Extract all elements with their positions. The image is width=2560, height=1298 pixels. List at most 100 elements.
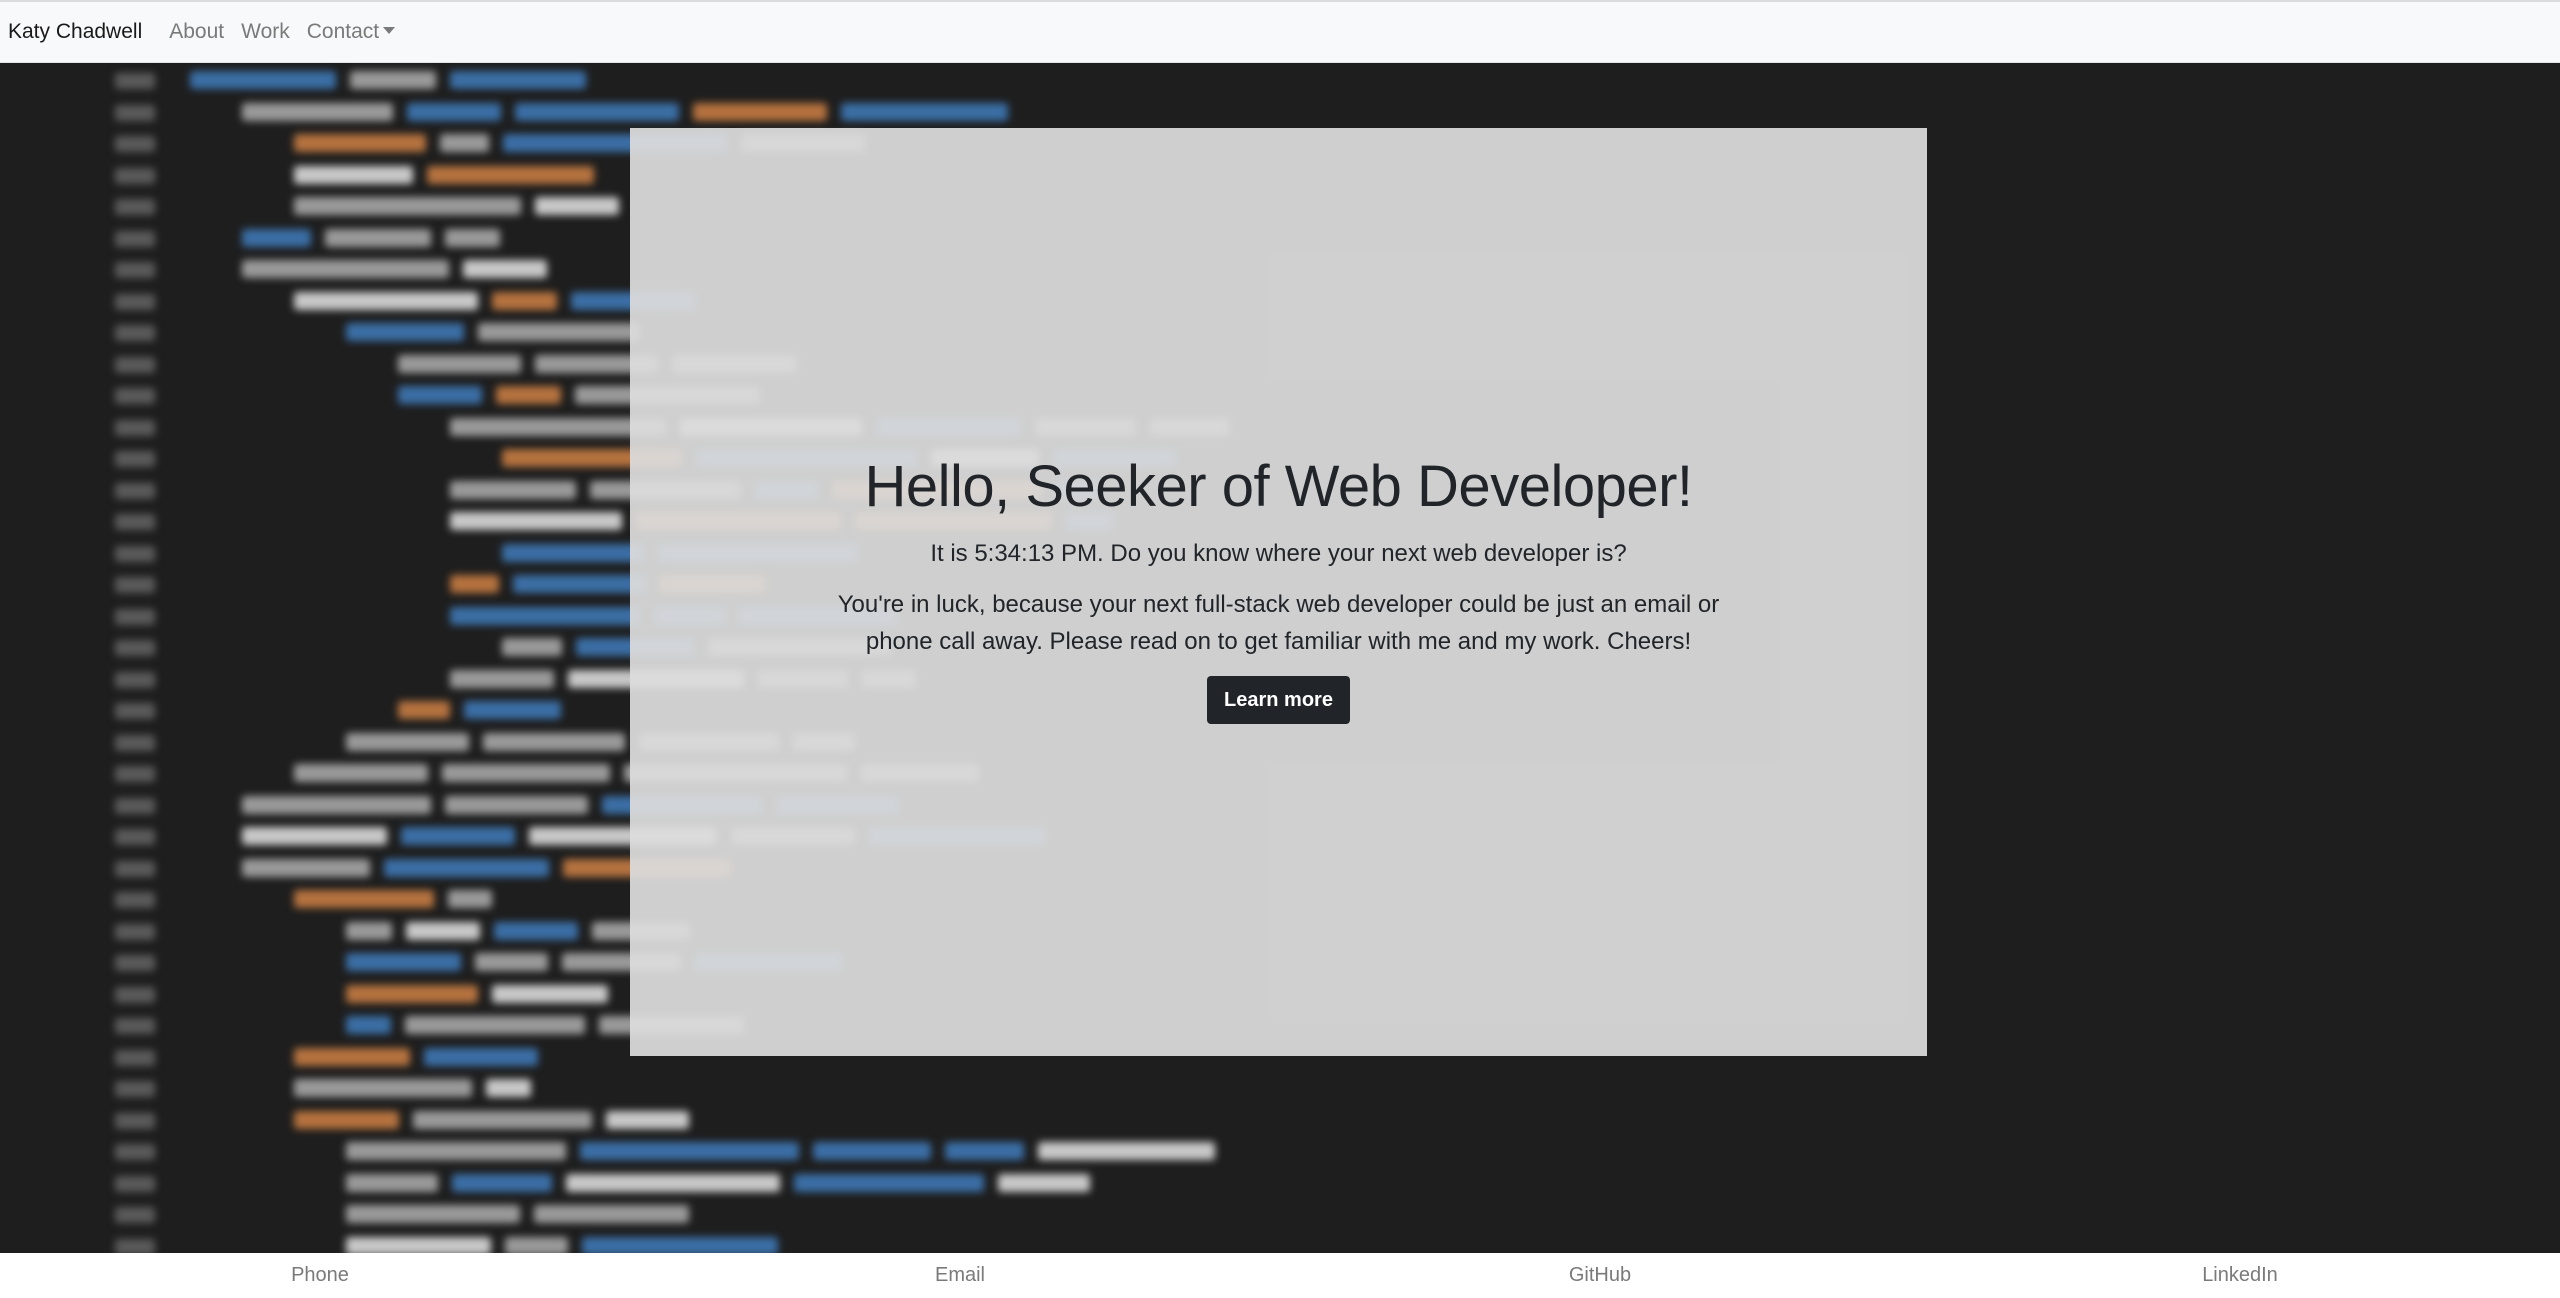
code-token-block [398,386,482,404]
footer-bar: Phone Email GitHub LinkedIn [0,1253,2560,1298]
line-number-block [115,797,155,814]
line-number-block [115,136,155,152]
code-token-block [566,1173,780,1192]
nav-link-about[interactable]: About [169,20,224,44]
nav-link-work[interactable]: Work [241,20,290,44]
line-number-block [115,734,155,751]
code-token-block [294,291,478,310]
code-token-block [346,953,461,971]
line-number-block [115,325,155,341]
code-token-block [401,827,515,845]
code-token-block [294,1110,399,1129]
code-token-block [346,732,469,751]
code-token-block [445,795,588,814]
line-number-block [115,829,155,845]
code-token-block [450,606,640,625]
code-token-block [294,134,426,152]
line-number-block [115,356,155,373]
code-token-block [294,197,521,215]
code-token-block [580,1142,799,1160]
caret-down-icon [383,26,396,34]
code-token-block [496,386,561,404]
code-token-block [478,323,640,341]
line-number-block [115,545,155,562]
line-number-block [115,388,155,404]
line-number-block [115,1081,155,1097]
contact-dropdown-label: Contact [306,20,380,43]
code-token-block [424,1047,538,1066]
code-token-block [1038,1142,1215,1160]
code-token-block [242,795,431,814]
code-token-block [813,1142,931,1160]
code-token-block [427,165,594,184]
code-token-block [463,260,547,278]
code-token-block [513,575,645,593]
top-navbar: Katy Chadwell About Work Contact [0,0,2560,63]
hero-title: Hello, Seeker of Web Developer! [864,454,1693,519]
code-token-block [346,323,464,341]
code-token-block [398,354,521,373]
code-token-block [407,102,501,121]
code-token-block [346,1173,438,1192]
code-token-block [464,701,561,719]
code-token-block [450,575,499,593]
code-token-block [346,921,392,940]
code-token-block [582,1236,778,1253]
code-token-block [384,858,549,877]
code-token-block [534,1205,689,1223]
code-token-block [440,134,489,152]
line-number-block [115,640,155,656]
code-token-block [535,197,619,215]
code-token-block [346,984,478,1003]
code-token-block [346,1142,566,1160]
code-token-block [450,669,554,688]
code-token-block [325,228,431,247]
line-number-block [115,1238,155,1253]
footer-link-github[interactable]: GitHub [1280,1264,1920,1287]
line-number-block [115,230,155,247]
code-token-block [841,102,1008,121]
code-token-block [242,102,393,121]
line-number-block [115,482,155,499]
learn-more-button[interactable]: Learn more [1207,676,1350,724]
code-token-block [346,1016,391,1034]
footer-link-linkedin[interactable]: LinkedIn [1920,1264,2560,1287]
line-number-block [115,514,155,530]
code-token-block [475,953,548,971]
line-number-block [115,955,155,971]
code-token-block [294,764,428,782]
code-token-block [450,480,576,499]
code-token-block [693,102,827,121]
line-number-block [115,986,155,1003]
code-token-block [450,512,622,530]
code-token-block [794,1173,984,1192]
line-number-block [115,451,155,467]
code-token-block [398,701,450,719]
code-token-block [346,1236,491,1253]
line-number-block [115,860,155,877]
code-token-block [406,921,480,940]
code-token-block [452,1173,552,1192]
line-number-block [115,1144,155,1160]
code-token-block [405,1016,585,1034]
line-number-block [115,892,155,908]
code-token-block [346,1205,520,1223]
footer-link-phone[interactable]: Phone [0,1264,640,1287]
code-token-block [945,1142,1024,1160]
code-token-block [483,732,625,751]
contact-dropdown[interactable]: Contact [306,20,396,44]
line-number-block [115,419,155,436]
line-number-block [115,1112,155,1129]
code-token-block [502,543,644,562]
code-token-block [242,827,387,845]
code-token-block [294,1047,410,1066]
line-number-block [115,1207,155,1223]
brand-link[interactable]: Katy Chadwell [8,20,142,44]
footer-link-email[interactable]: Email [640,1264,1280,1287]
code-token-block [494,921,578,940]
code-token-block [294,890,434,908]
code-token-block [413,1110,592,1129]
code-token-block [505,1236,568,1253]
code-token-block [294,1079,472,1097]
hero-lead-text: You're in luck, because your next full-s… [837,591,1720,655]
